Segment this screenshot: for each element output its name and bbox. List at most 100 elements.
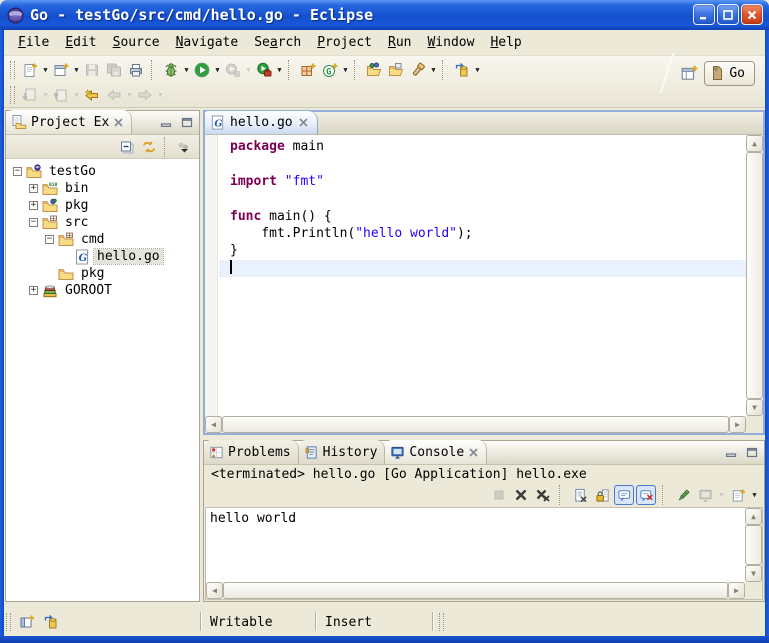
expand-expander-icon[interactable]: + [29, 184, 38, 193]
menu-edit[interactable]: Edit [57, 32, 104, 53]
new-view-dropdown[interactable]: ▼ [72, 59, 81, 81]
external-tools-dropdown[interactable]: ▼ [275, 59, 284, 81]
collapse-expander-icon[interactable]: − [13, 167, 22, 176]
menu-window[interactable]: Window [419, 32, 482, 53]
menu-file[interactable]: File [10, 32, 57, 53]
forward-dropdown[interactable]: ▼ [156, 84, 165, 106]
back-button[interactable] [103, 84, 125, 106]
display-selected-console-button[interactable] [695, 485, 715, 505]
remove-all-terminated-button[interactable] [533, 485, 553, 505]
scroll-up-arrow[interactable]: ▲ [745, 508, 762, 525]
new-go-element-dropdown[interactable]: ▼ [341, 59, 350, 81]
menu-navigate[interactable]: Navigate [168, 32, 247, 53]
tab-history[interactable]: History [299, 440, 386, 464]
menu-project[interactable]: Project [309, 32, 380, 53]
menu-source[interactable]: Source [105, 32, 168, 53]
collapse-all-button[interactable] [116, 136, 138, 158]
search-button[interactable] [407, 59, 429, 81]
scrollbar-thumb[interactable] [222, 416, 729, 433]
open-console-button[interactable] [728, 485, 748, 505]
editor-gutter[interactable] [205, 135, 218, 416]
scroll-down-arrow[interactable]: ▼ [746, 399, 763, 416]
new-go-project-button[interactable] [297, 59, 319, 81]
maximize-button[interactable] [717, 4, 739, 25]
go-perspective-button[interactable]: Go [704, 61, 755, 86]
run-dropdown[interactable]: ▼ [213, 59, 222, 81]
toolbar-drag-handle[interactable] [10, 61, 15, 79]
previous-annotation-button[interactable] [50, 84, 72, 106]
toolbar-drag-handle[interactable] [10, 86, 15, 104]
clear-console-button[interactable] [570, 485, 590, 505]
show-console-stderr-button[interactable] [636, 485, 656, 505]
sync-button[interactable] [451, 59, 473, 81]
maximize-view-button[interactable] [743, 445, 760, 460]
new-wizard-button[interactable] [19, 59, 41, 81]
tree-item-bin[interactable]: +010bin [6, 180, 199, 197]
maximize-view-button[interactable] [178, 115, 195, 130]
open-console-dropdown[interactable]: ▼ [750, 484, 759, 506]
project-explorer-tab-close-icon[interactable] [113, 117, 124, 128]
forward-button[interactable] [134, 84, 156, 106]
run-button[interactable] [191, 59, 213, 81]
show-console-stdout-button[interactable] [614, 485, 634, 505]
sync-dropdown[interactable]: ▼ [473, 59, 482, 81]
previous-annotation-dropdown[interactable]: ▼ [72, 84, 81, 106]
scrollbar-thumb[interactable] [745, 525, 762, 565]
close-button[interactable] [741, 4, 763, 25]
next-annotation-dropdown[interactable]: ▼ [41, 84, 50, 106]
tree-item-cmd[interactable]: −cmd [6, 231, 199, 248]
next-annotation-button[interactable] [19, 84, 41, 106]
tree-item-hello-go[interactable]: Ghello.go [6, 248, 199, 265]
scroll-lock-button[interactable] [592, 485, 612, 505]
scroll-left-arrow[interactable]: ◀ [206, 582, 223, 599]
print-button[interactable] [125, 59, 147, 81]
scroll-up-arrow[interactable]: ▲ [746, 135, 763, 152]
debug-dropdown[interactable]: ▼ [182, 59, 191, 81]
scroll-right-arrow[interactable]: ▶ [728, 582, 745, 599]
back-dropdown[interactable]: ▼ [125, 84, 134, 106]
new-view-button[interactable] [50, 59, 72, 81]
tree-item-pkg[interactable]: +pkg [6, 197, 199, 214]
search-dropdown[interactable]: ▼ [429, 59, 438, 81]
project-explorer-tab[interactable]: Project Ex [6, 110, 132, 134]
save-all-button[interactable] [103, 59, 125, 81]
tree-item-src[interactable]: −src [6, 214, 199, 231]
terminate-button[interactable] [489, 485, 509, 505]
editor-tab-hello-go[interactable]: G hello.go [205, 111, 318, 134]
scroll-right-arrow[interactable]: ▶ [729, 416, 746, 433]
link-with-editor-button[interactable] [138, 136, 160, 158]
view-menu-button[interactable] [173, 136, 195, 158]
console-horizontal-scrollbar[interactable]: ◀ ▶ [206, 582, 745, 599]
tab-console[interactable]: Console [385, 440, 487, 464]
minimize-view-button[interactable] [722, 445, 739, 460]
code-editor[interactable]: package mainimport "fmt"func main() { fm… [219, 135, 746, 416]
minimize-button[interactable] [693, 4, 715, 25]
new-wizard-dropdown[interactable]: ▼ [41, 59, 50, 81]
scrollbar-thumb[interactable] [223, 582, 728, 599]
remove-launch-button[interactable] [511, 485, 531, 505]
tree-item-goroot[interactable]: +GOROOT [6, 282, 199, 299]
new-go-element-button[interactable]: G [319, 59, 341, 81]
sync-status-icon[interactable] [43, 614, 59, 630]
expand-expander-icon[interactable]: + [29, 201, 38, 210]
scroll-left-arrow[interactable]: ◀ [205, 416, 222, 433]
tab-console-close-icon[interactable] [468, 447, 479, 458]
scrollbar-thumb[interactable] [746, 152, 763, 399]
tree-item-testgo[interactable]: −testGo [6, 163, 199, 180]
external-tools-button[interactable] [253, 59, 275, 81]
run-last-dropdown[interactable]: ▼ [244, 59, 253, 81]
pin-console-button[interactable] [673, 485, 693, 505]
tab-problems[interactable]: Problems [204, 440, 299, 464]
statusbar-drag-handle[interactable] [439, 613, 444, 631]
collapse-expander-icon[interactable]: − [45, 235, 54, 244]
collapse-expander-icon[interactable]: − [29, 218, 38, 227]
export-button[interactable] [385, 59, 407, 81]
minimize-view-button[interactable] [157, 115, 174, 130]
run-last-button[interactable] [222, 59, 244, 81]
console-vertical-scrollbar[interactable]: ▲ ▼ [745, 508, 762, 582]
console-output[interactable]: hello world [210, 511, 742, 526]
scroll-down-arrow[interactable]: ▼ [745, 565, 762, 582]
tree-item-pkg[interactable]: pkg [6, 265, 199, 282]
editor-tab-close-icon[interactable] [298, 117, 309, 128]
debug-button[interactable] [160, 59, 182, 81]
